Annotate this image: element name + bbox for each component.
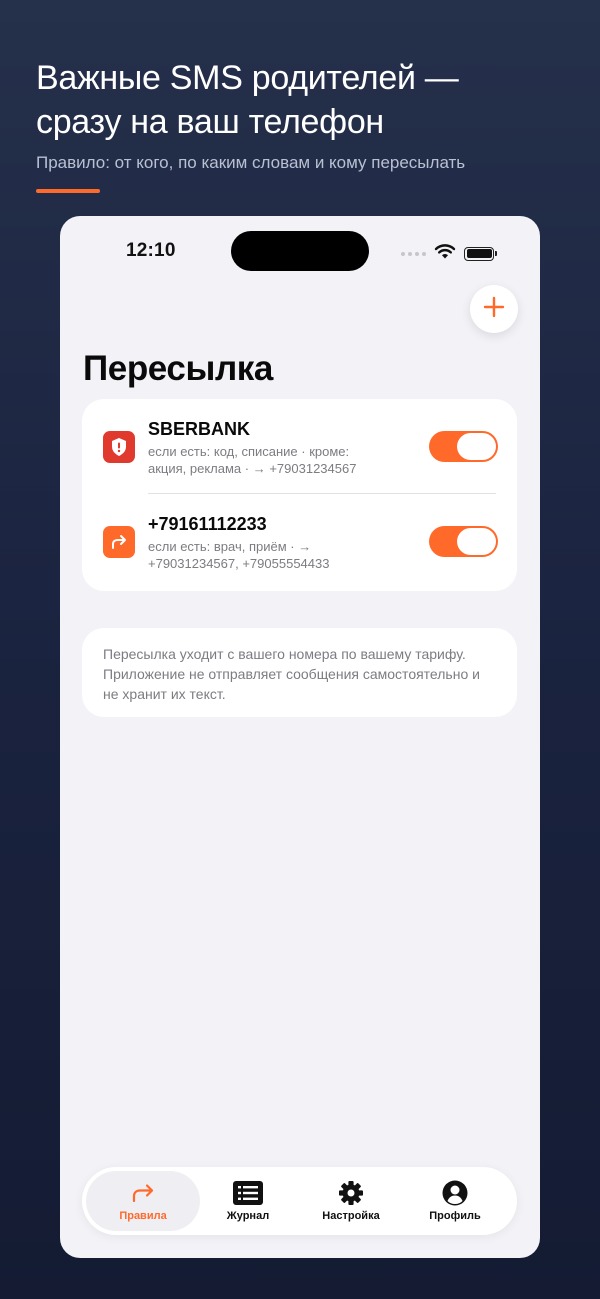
info-card: Пересылка уходит с вашего номера по ваше… — [82, 628, 517, 717]
page-title: Пересылка — [83, 349, 273, 388]
rule-description: если есть: врач, приём · → +79031234567,… — [148, 539, 330, 571]
tab-label: Журнал — [226, 1210, 270, 1222]
status-bar: 12:10 — [60, 216, 540, 286]
promo-title-line-2: сразу на ваш телефон — [36, 103, 384, 141]
info-text: Пересылка уходит с вашего номера по ваше… — [103, 646, 480, 702]
promo-accent-bar — [36, 189, 100, 193]
battery-icon — [464, 246, 497, 261]
shield-alert-icon — [103, 431, 135, 463]
status-time: 12:10 — [126, 240, 176, 261]
rule-toggle[interactable] — [429, 431, 498, 462]
tab-label: Профиль — [429, 1210, 481, 1222]
rule-title: SBERBANK — [148, 419, 251, 439]
rules-card: SBERBANK если есть: код, списание · кром… — [82, 399, 517, 591]
forward-arrow-icon — [103, 526, 135, 558]
plus-icon — [483, 296, 505, 323]
tab-rules[interactable]: Правила — [86, 1171, 200, 1231]
add-rule-button[interactable] — [470, 285, 518, 333]
tab-profile[interactable]: Профиль — [401, 1171, 509, 1231]
rule-row-phone[interactable]: +79161112233 если есть: врач, приём · → … — [82, 494, 517, 589]
gear-icon — [338, 1180, 364, 1206]
tab-settings[interactable]: Настройка — [297, 1171, 405, 1231]
promo-title-line-1: Важные SMS родителей — — [36, 59, 459, 97]
rule-row-sberbank[interactable]: SBERBANK если есть: код, списание · кром… — [82, 399, 517, 494]
promo-title: Важные SMS родителей — сразу на ваш теле… — [36, 56, 576, 144]
tab-journal[interactable]: Журнал — [194, 1171, 302, 1231]
person-icon — [442, 1180, 468, 1206]
tab-bar: Правила Журнал Настройка Профиль — [82, 1167, 517, 1235]
rule-description: если есть: код, списание · кроме: акция,… — [148, 444, 357, 476]
forward-arrow-icon — [130, 1180, 156, 1206]
status-icons — [401, 243, 497, 264]
promo-subtitle: Правило: от кого, по каким словам и кому… — [36, 153, 466, 172]
tab-label: Правила — [119, 1210, 167, 1222]
wifi-icon — [434, 243, 456, 264]
signal-dots-icon — [401, 251, 426, 256]
tab-label: Настройка — [322, 1210, 380, 1222]
rule-toggle[interactable] — [429, 526, 498, 557]
phone-screen: 12:10 Пересылка SBERBANK если есть: код,… — [60, 216, 540, 1258]
dynamic-island — [231, 231, 369, 271]
list-icon — [233, 1180, 263, 1206]
rule-title: +79161112233 — [148, 514, 267, 534]
